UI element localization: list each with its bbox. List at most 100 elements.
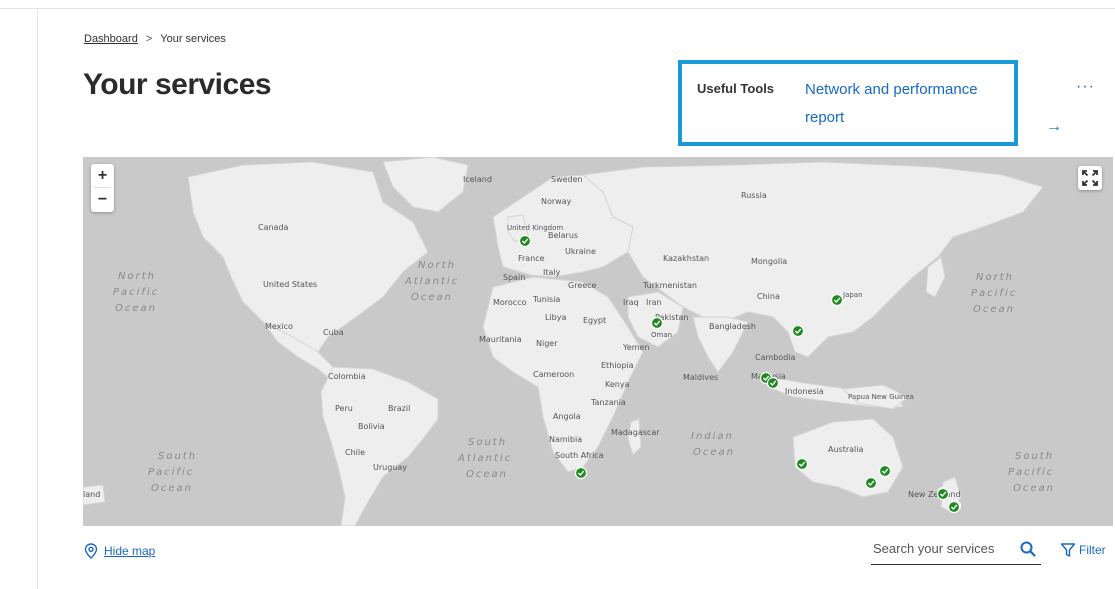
service-marker[interactable] bbox=[518, 234, 532, 248]
hide-map-link[interactable]: Hide map bbox=[84, 543, 155, 559]
label-cuba: Cuba bbox=[323, 328, 344, 337]
label-brazil: Brazil bbox=[388, 404, 410, 413]
zoom-in-button[interactable]: + bbox=[91, 164, 114, 187]
label-china: China bbox=[757, 292, 780, 301]
label-kenya: Kenya bbox=[605, 380, 630, 389]
breadcrumb-dashboard-link[interactable]: Dashboard bbox=[84, 33, 138, 45]
service-marker[interactable] bbox=[947, 500, 961, 514]
service-marker[interactable] bbox=[574, 466, 588, 480]
ocean-north-pacific-right-2: Pacific bbox=[971, 288, 1017, 299]
search-icon[interactable] bbox=[1019, 540, 1037, 558]
land-madagascar bbox=[627, 418, 642, 456]
ocean-south-atlantic-1: South bbox=[468, 437, 507, 448]
label-chile: Chile bbox=[345, 448, 365, 457]
label-morocco: Morocco bbox=[493, 298, 527, 307]
service-marker[interactable] bbox=[864, 476, 878, 490]
frame-top-border bbox=[0, 8, 1115, 9]
ocean-south-pacific-left-1: South bbox=[158, 451, 197, 462]
ocean-south-pacific-left-2: Pacific bbox=[148, 467, 194, 478]
label-tunisia: Tunisia bbox=[532, 295, 560, 304]
service-marker[interactable] bbox=[650, 316, 664, 330]
ocean-north-pacific-left-3: Ocean bbox=[115, 303, 157, 314]
label-madagascar: Madagascar bbox=[611, 428, 660, 437]
label-uruguay: Uruguay bbox=[373, 463, 407, 472]
service-marker[interactable] bbox=[878, 464, 892, 478]
label-spain: Spain bbox=[503, 273, 525, 282]
label-iceland: Iceland bbox=[463, 175, 492, 184]
land-australia bbox=[792, 418, 904, 498]
world-map-svg: Canada United States Mexico Cuba Colombi… bbox=[83, 157, 1055, 526]
arrow-right-icon[interactable]: → bbox=[1046, 118, 1062, 136]
ocean-north-atlantic-2: Atlantic bbox=[404, 276, 459, 287]
label-bolivia: Bolivia bbox=[358, 422, 385, 431]
network-performance-report-link[interactable]: Network and performance report bbox=[805, 76, 1015, 132]
label-niger: Niger bbox=[536, 339, 558, 348]
label-maldives: Maldives bbox=[683, 373, 718, 382]
filter-icon bbox=[1060, 543, 1076, 557]
label-france: France bbox=[518, 254, 545, 263]
label-sweden: Sweden bbox=[551, 175, 583, 184]
service-marker[interactable] bbox=[791, 324, 805, 338]
breadcrumb-separator: > bbox=[145, 33, 153, 45]
ocean-south-pacific-left-3: Ocean bbox=[151, 483, 193, 494]
page-title: Your services bbox=[83, 68, 272, 101]
label-cameroon: Cameroon bbox=[533, 370, 574, 379]
map-zoom-control: + − bbox=[91, 164, 114, 212]
more-options-icon[interactable]: ··· bbox=[1076, 78, 1095, 96]
ocean-north-atlantic-1: North bbox=[418, 260, 456, 271]
service-marker[interactable] bbox=[766, 376, 780, 390]
label-tanzania: Tanzania bbox=[590, 398, 626, 407]
ocean-south-atlantic-2: Atlantic bbox=[457, 453, 512, 464]
label-papua-new-guinea: Papua New Guinea bbox=[848, 393, 914, 401]
search-field bbox=[871, 538, 1041, 565]
label-indonesia: Indonesia bbox=[785, 387, 824, 396]
label-colombia: Colombia bbox=[328, 372, 366, 381]
service-marker[interactable] bbox=[795, 457, 809, 471]
service-marker[interactable] bbox=[830, 293, 844, 307]
breadcrumb: Dashboard > Your services bbox=[84, 33, 226, 45]
label-bangladesh: Bangladesh bbox=[709, 322, 756, 331]
zoom-out-button[interactable]: − bbox=[91, 188, 114, 211]
report-link-line-1: Network and performance bbox=[805, 81, 978, 98]
filter-button[interactable]: Filter bbox=[1060, 542, 1106, 558]
label-kazakhstan: Kazakhstan bbox=[663, 254, 709, 263]
label-angola: Angola bbox=[553, 412, 581, 421]
frame-left-border bbox=[37, 8, 38, 589]
fullscreen-button[interactable] bbox=[1078, 166, 1102, 190]
label-oman: Oman bbox=[651, 331, 672, 339]
label-mauritania: Mauritania bbox=[479, 335, 522, 344]
breadcrumb-current: Your services bbox=[160, 33, 226, 45]
ocean-north-atlantic-3: Ocean bbox=[411, 292, 453, 303]
land-north-america bbox=[187, 161, 429, 353]
label-iraq: Iraq bbox=[623, 298, 639, 307]
label-mexico: Mexico bbox=[265, 322, 293, 331]
search-input[interactable] bbox=[871, 540, 1015, 557]
ocean-indian-2: Ocean bbox=[693, 447, 735, 458]
label-russia: Russia bbox=[741, 191, 767, 200]
label-edge-land: land bbox=[83, 490, 100, 499]
ocean-south-atlantic-3: Ocean bbox=[466, 469, 508, 480]
filter-label: Filter bbox=[1079, 543, 1106, 557]
label-australia: Australia bbox=[828, 445, 863, 454]
label-italy: Italy bbox=[543, 268, 561, 277]
label-libya: Libya bbox=[545, 313, 566, 322]
ocean-north-pacific-left-2: Pacific bbox=[113, 287, 159, 298]
ocean-south-pacific-right-1: South bbox=[1015, 451, 1054, 462]
landmasses bbox=[83, 157, 1044, 526]
services-map[interactable]: Canada United States Mexico Cuba Colombi… bbox=[83, 157, 1113, 526]
label-norway: Norway bbox=[541, 197, 572, 206]
ocean-indian-1: Indian bbox=[691, 431, 734, 442]
label-greece: Greece bbox=[568, 281, 597, 290]
label-egypt: Egypt bbox=[583, 316, 606, 325]
service-marker[interactable] bbox=[936, 487, 950, 501]
hide-map-label: Hide map bbox=[104, 544, 156, 558]
label-cambodia: Cambodia bbox=[755, 353, 796, 362]
label-yemen: Yemen bbox=[622, 343, 650, 352]
ocean-north-pacific-left-1: North bbox=[118, 271, 156, 282]
ocean-south-pacific-right-3: Ocean bbox=[1013, 483, 1055, 494]
label-peru: Peru bbox=[335, 404, 353, 413]
label-south-africa: South Africa bbox=[555, 451, 604, 460]
label-ethiopia: Ethiopia bbox=[601, 361, 634, 370]
ocean-north-pacific-right-1: North bbox=[976, 272, 1014, 283]
land-greenland bbox=[382, 157, 469, 213]
